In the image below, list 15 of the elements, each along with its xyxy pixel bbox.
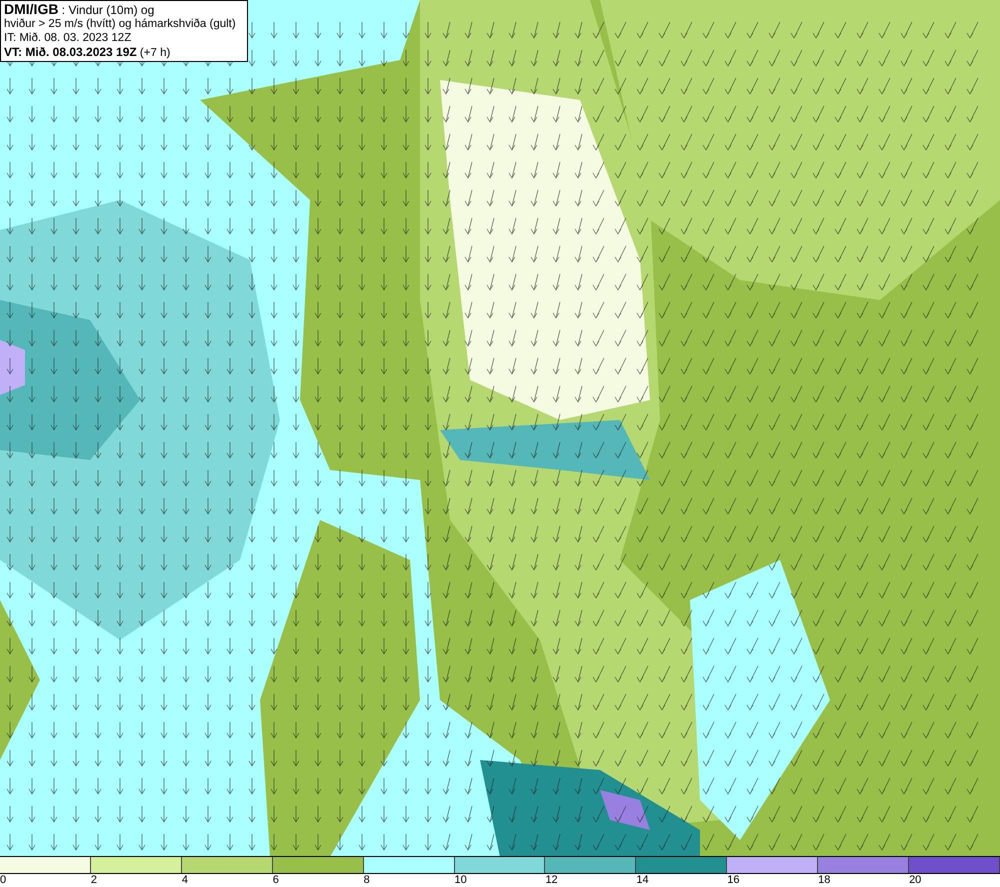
legend-label: 6 — [272, 874, 279, 886]
legend-label: 4 — [182, 874, 188, 886]
title-text: VT: Mið. 08.03.2023 19Z (+7 h) — [4, 47, 170, 59]
legend-label: 18 — [818, 874, 830, 886]
legend-label: 20 — [909, 874, 922, 886]
title-text: hviður > 25 m/s (hvítt) og hámarkshviða (gult) — [4, 18, 236, 30]
legend-label: 14 — [636, 874, 649, 886]
legend-label: 8 — [364, 874, 370, 886]
legend-label: 16 — [727, 874, 740, 886]
legend-label: 2 — [90, 874, 98, 886]
title-text: DMI/IGB : Vindur (10m) og — [4, 3, 154, 17]
title-text: IT: Mið. 08. 03. 2023 12Z — [4, 32, 132, 44]
legend-label: 12 — [545, 874, 558, 886]
legend-label: 0 — [0, 874, 6, 886]
legend-label: 10 — [454, 874, 467, 886]
